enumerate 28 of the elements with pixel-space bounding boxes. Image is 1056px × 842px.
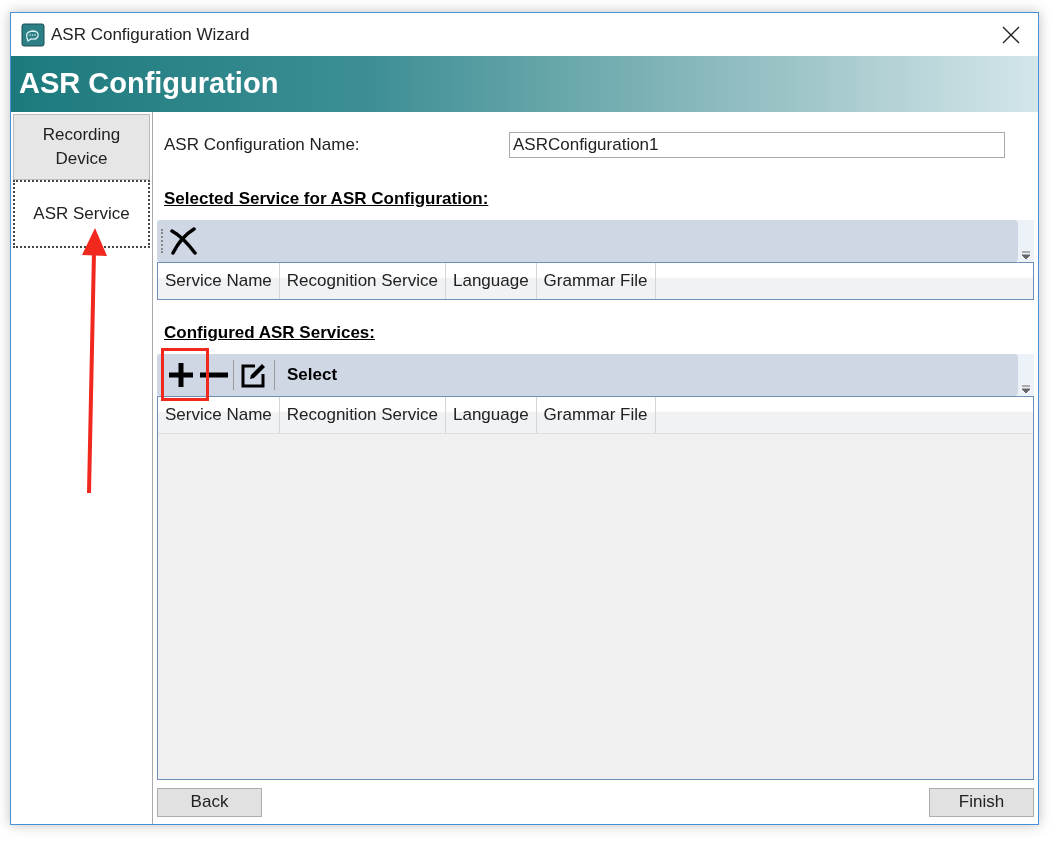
column-header[interactable]: Language [445,262,537,299]
column-header[interactable]: Recognition Service [279,262,446,299]
nav-tab[interactable]: Recording Device [13,114,150,180]
page-title: ASR Configuration [19,66,279,102]
column-header[interactable]: Service Name [158,262,280,299]
field-label: ASR Configuration Name: [164,134,361,157]
overflow-icon[interactable] [1021,385,1031,394]
column-header[interactable]: Recognition Service [279,397,446,433]
close-icon [1002,25,1020,44]
edit-icon [240,361,268,389]
minus-icon [200,372,228,378]
column-header[interactable]: Grammar File [536,262,656,299]
window-title: ASR Configuration Wizard [51,23,250,46]
name-input-field[interactable]: ASRConfiguration1 [509,132,1005,158]
plus-icon [168,362,194,388]
section-heading: Selected Service for ASR Configuration: [164,188,490,210]
column-header[interactable]: Service Name [158,397,280,433]
app-icon [21,22,45,47]
column-header[interactable]: Grammar File [536,397,656,433]
finish-button[interactable]: Finish [929,787,1034,817]
cross-icon [169,226,199,255]
nav-tab[interactable]: ASR Service [13,180,150,248]
overflow-icon[interactable] [1021,250,1031,260]
back-button[interactable]: Back [157,787,262,817]
select-button[interactable]: Select [287,362,338,388]
highlight-rectangle [161,348,209,401]
column-header[interactable]: Language [445,397,537,433]
section-heading: Configured ASR Services: [164,321,376,344]
